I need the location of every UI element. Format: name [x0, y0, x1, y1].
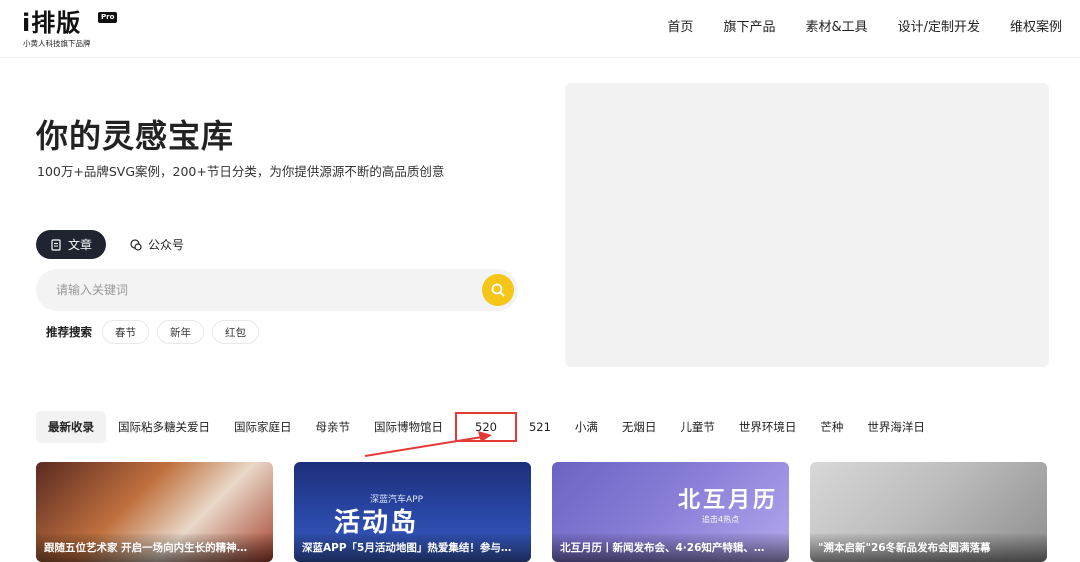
recommend-label: 推荐搜索 [46, 325, 92, 339]
article-card[interactable]: 跟随五位艺术家 开启一场向内生长的精神… [36, 462, 273, 562]
category-tab[interactable]: 无烟日 [610, 411, 669, 443]
nav-home[interactable]: 首页 [667, 18, 693, 38]
card-caption: 跟随五位艺术家 开启一场向内生长的精神… [36, 534, 273, 562]
category-tab-highlighted[interactable]: 520 [455, 412, 517, 442]
category-tab[interactable]: 儿童节 [668, 411, 727, 443]
article-card[interactable]: 深蓝汽车APP 活动岛 深蓝APP「5月活动地图」热爱集结！参与… [294, 462, 531, 562]
article-card[interactable]: "溯本启新"26冬新品发布会圆满落幕 [810, 462, 1047, 562]
pro-badge: Pro [98, 12, 118, 23]
brand-logo[interactable]: i排版 Pro 小黄人科技旗下品牌 [22, 8, 122, 52]
card-caption: 深蓝APP「5月活动地图」热爱集结！参与… [294, 534, 531, 562]
card-image-subtext: 追击4热点 [702, 515, 740, 524]
nav-materials-tools[interactable]: 素材&工具 [805, 18, 867, 38]
nav-products[interactable]: 旗下产品 [723, 18, 775, 38]
recommend-tag[interactable]: 春节 [102, 320, 149, 344]
category-tab[interactable]: 芒种 [808, 411, 855, 443]
site-header: i排版 Pro 小黄人科技旗下品牌 首页 旗下产品 素材&工具 设计/定制开发 … [0, 0, 1080, 58]
search-input[interactable] [56, 269, 476, 311]
nav-rights-cases[interactable]: 维权案例 [1010, 18, 1062, 38]
recommended-searches: 推荐搜索 春节 新年 红包 [46, 320, 259, 344]
main-nav: 首页 旗下产品 素材&工具 设计/定制开发 维权案例 [667, 18, 1062, 38]
card-caption: 北互月历丨新闻发布会、4·26知产特辑、… [552, 534, 789, 562]
search-button[interactable] [482, 274, 514, 306]
search-type-tabs: 文章 公众号 [36, 230, 198, 259]
search-icon [491, 283, 505, 297]
nav-design-dev[interactable]: 设计/定制开发 [898, 18, 980, 38]
tab-articles[interactable]: 文章 [36, 230, 107, 259]
recommend-tag[interactable]: 新年 [157, 320, 204, 344]
hero-title: 你的灵感宝库 [36, 117, 235, 155]
tab-official-accounts-label: 公众号 [148, 238, 185, 252]
tab-articles-label: 文章 [68, 238, 93, 252]
category-tab[interactable]: 母亲节 [304, 411, 363, 443]
card-caption: "溯本启新"26冬新品发布会圆满落幕 [810, 534, 1047, 562]
article-card[interactable]: 北互月历 追击4热点 北互月历丨新闻发布会、4·26知产特辑、… [552, 462, 789, 562]
card-image-title: 北互月历 [678, 488, 779, 513]
tab-official-accounts[interactable]: 公众号 [116, 230, 198, 259]
recommend-tag[interactable]: 红包 [212, 320, 259, 344]
category-tab[interactable]: 国际家庭日 [222, 411, 304, 443]
brand-tagline: 小黄人科技旗下品牌 [23, 39, 91, 48]
hero-banner[interactable] [565, 83, 1049, 367]
category-tab[interactable]: 世界环境日 [727, 411, 809, 443]
search-bar [36, 269, 518, 311]
category-tabs: 最新收录 国际粘多糖关爱日 国际家庭日 母亲节 国际博物馆日 520 521 小… [36, 411, 937, 443]
category-tab[interactable]: 国际粘多糖关爱日 [106, 411, 222, 443]
wechat-icon [130, 238, 142, 251]
document-icon [51, 238, 61, 251]
category-tab[interactable]: 世界海洋日 [855, 411, 937, 443]
category-tab[interactable]: 521 [517, 411, 563, 443]
hero-subtitle: 100万+品牌SVG案例，200+节日分类，为你提供源源不断的高品质创意 [37, 164, 445, 179]
article-cards: 跟随五位艺术家 开启一场向内生长的精神… 深蓝汽车APP 活动岛 深蓝APP「5… [36, 462, 1047, 562]
brand-name: i排版 [22, 9, 82, 37]
category-tab[interactable]: 小满 [563, 411, 610, 443]
category-tab[interactable]: 国际博物馆日 [362, 411, 455, 443]
category-tab[interactable]: 最新收录 [36, 411, 106, 443]
